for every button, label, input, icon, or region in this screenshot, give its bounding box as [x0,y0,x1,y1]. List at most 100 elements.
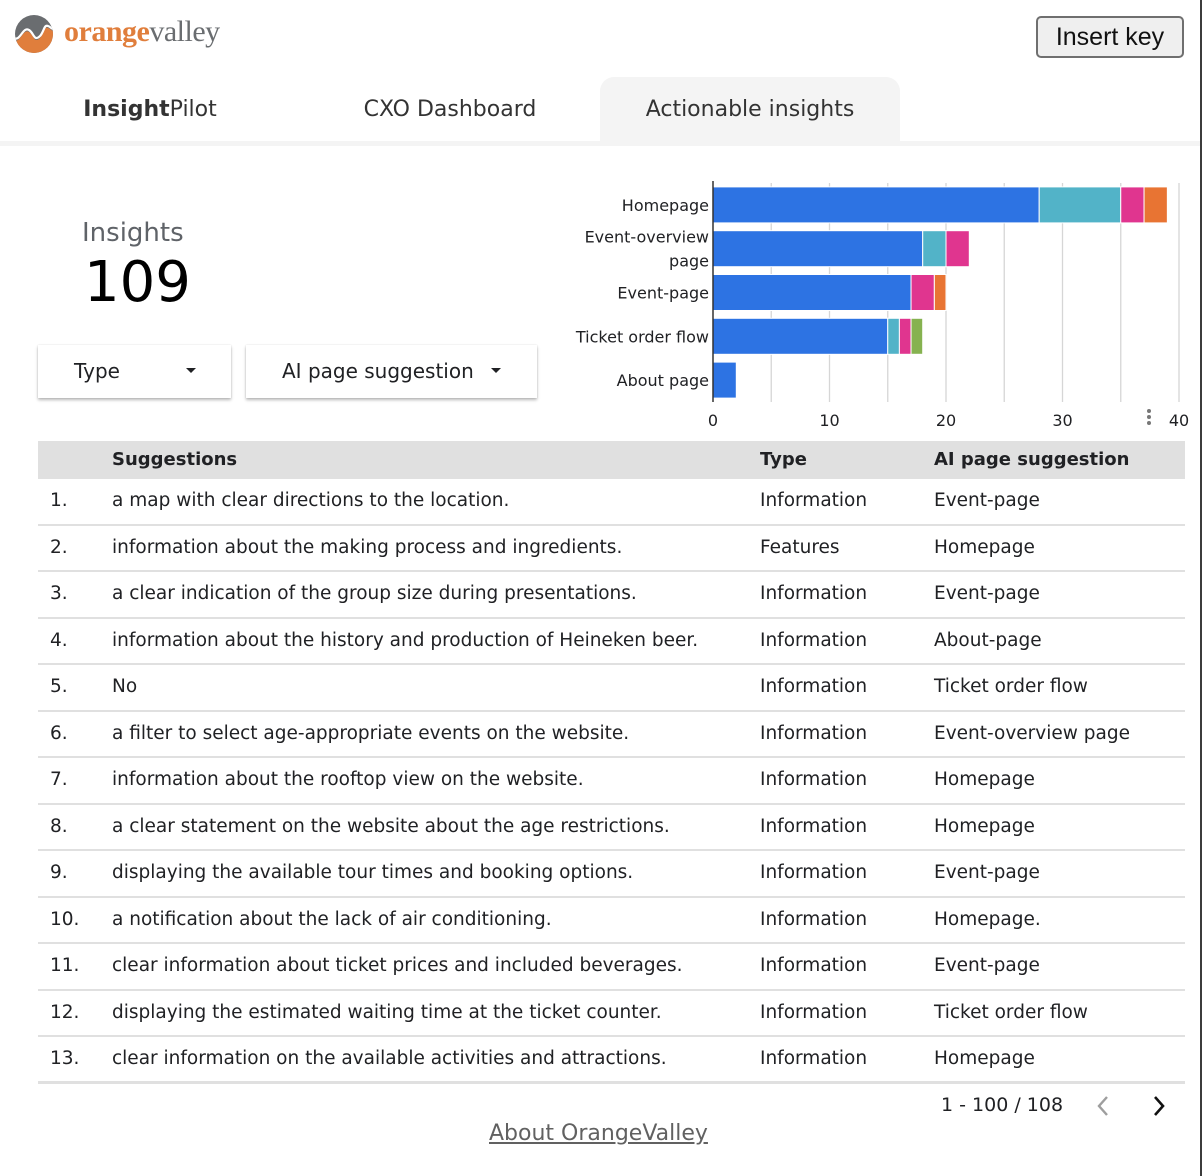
row-index: 2. [50,536,68,558]
pagination-range: 1 - 100 / 108 [941,1094,1064,1116]
row-type: Information [760,815,868,837]
row-type: Information [760,862,868,883]
chart-bar-series-4[interactable] [933,274,947,311]
logo-wordmark-grey: valley [149,15,220,48]
tab-cxo-dashboard[interactable]: CXO Dashboard [330,77,570,141]
about-orangevalley-link[interactable]: About OrangeValley [489,1121,708,1146]
row-type: Information [760,583,868,604]
table-row[interactable]: 6. a filter to select age-appropriate eve… [38,712,1185,758]
next-page-button[interactable] [1148,1093,1170,1119]
row-type: Information [760,908,868,930]
chart-canvas: Homepage Event-overview page Event-page Tick… [575,181,1189,430]
row-suggestion: a clear indication of the group size dur… [112,583,637,604]
table-row[interactable]: 13. clear information on the available ac… [38,1037,1185,1084]
orangevalley-logo: orangevalley [14,14,220,54]
table-row[interactable]: 5. No Information Ticket order flow [38,665,1185,712]
column-header-ai-page-suggestion[interactable]: AI page suggestion [934,449,1129,470]
row-ai-page-suggestion: Ticket order flow [934,676,1088,697]
chart-bar-series-3[interactable] [1120,186,1145,224]
chart-bar-series-5[interactable] [910,317,924,355]
caret-down-icon [186,368,196,373]
table-row[interactable]: 11. clear information about ticket prices… [38,944,1185,991]
table-row[interactable]: 8. a clear statement on the website about… [38,805,1185,851]
chevron-left-icon [1097,1096,1108,1116]
ai-page-suggestion-filter-label: AI page suggestion [282,359,474,383]
chart-bar-series-1[interactable] [712,317,889,355]
row-ai-page-suggestion: Event-page [934,490,1040,511]
chart-category-label: Event-overview [585,228,709,247]
row-suggestion: a clear statement on the website about t… [112,815,670,837]
table-row[interactable]: 12. displaying the estimated waiting time… [38,991,1185,1037]
row-ai-page-suggestion: Homepage [934,536,1035,558]
chart-more-options-icon[interactable] [1144,408,1154,428]
row-ai-page-suggestion: Homepage [934,1048,1035,1069]
chart-bar-series-3[interactable] [898,317,912,355]
row-suggestion: information about the rooftop view on th… [112,769,584,790]
chart-bar-series-3[interactable] [910,274,935,311]
chart-bar-series-1[interactable] [712,361,737,399]
row-index: 6. [50,722,68,744]
row-index: 8. [50,815,68,837]
row-type: Information [760,955,868,976]
chart-x-tick-label: 10 [819,411,839,430]
chart-x-tick-label: 30 [1052,411,1072,430]
type-filter-dropdown[interactable]: Type [38,345,231,398]
page-suggestion-bar-chart: Homepage Event-overview page Event-page Tick… [560,170,1200,440]
table-header: Suggestions Type AI page suggestion [38,441,1185,479]
type-filter-label: Type [74,359,120,383]
insights-count: 109 [84,250,191,315]
chart-bar-series-1[interactable] [712,274,912,311]
insights-label: Insights [82,218,184,248]
chart-bar-series-1[interactable] [712,230,924,268]
previous-page-button[interactable] [1092,1093,1114,1119]
chart-bar-series-4[interactable] [1143,186,1168,224]
row-suggestion: information about the making process and… [112,536,623,558]
row-suggestion: clear information on the available activ… [112,1048,667,1069]
table-row[interactable]: 10. a notification about the lack of air … [38,898,1185,944]
row-ai-page-suggestion: Event-page [934,955,1040,976]
caret-down-icon [491,368,501,373]
row-index: 10. [50,908,80,930]
table-row[interactable]: 1. a map with clear directions to the loc… [38,479,1185,526]
suggestions-table: Suggestions Type AI page suggestion 1. a … [38,441,1185,1084]
table-row[interactable]: 3. a clear indication of the group size d… [38,572,1185,619]
chart-bar-series-1[interactable] [712,186,1040,224]
row-suggestion: a filter to select age-appropriate event… [112,722,630,744]
table-body: 1. a map with clear directions to the loc… [38,479,1185,1084]
chart-category-label: Ticket order flow [575,327,709,346]
row-ai-page-suggestion: Event-page [934,583,1040,604]
table-row[interactable]: 4. information about the history and prod… [38,619,1185,665]
row-ai-page-suggestion: Event-page [934,862,1040,883]
row-index: 12. [50,1001,80,1023]
tab-insightpilot[interactable]: Insight Pilot [40,77,260,141]
tabbar-divider [0,141,1200,146]
chart-bar-series-2[interactable] [887,317,900,355]
table-row[interactable]: 7. information about the rooftop view on … [38,758,1185,805]
tab-actionable-insights[interactable]: Actionable insights [600,77,900,141]
chart-bar-series-2[interactable] [1038,186,1122,224]
row-ai-page-suggestion: Homepage. [934,908,1041,930]
row-index: 9. [50,862,68,883]
row-suggestion: No [112,676,138,697]
row-suggestion: displaying the available tour times and … [112,862,634,883]
ai-page-suggestion-filter-dropdown[interactable]: AI page suggestion [246,345,537,398]
table-row[interactable]: 9. displaying the available tour times an… [38,851,1185,898]
table-bottom-divider [38,1081,1185,1083]
tab-insightpilot-rest: Pilot [169,96,217,122]
row-type: Information [760,676,868,697]
column-header-type[interactable]: Type [760,449,807,470]
chart-bar-series-2[interactable] [922,230,947,268]
row-type: Information [760,769,868,790]
chart-bar-series-3[interactable] [945,230,970,268]
row-ai-page-suggestion: Event-overview page [934,722,1130,744]
table-row[interactable]: 2. information about the making process a… [38,526,1185,572]
tab-insightpilot-bold: Insight [83,96,170,122]
column-header-suggestions[interactable]: Suggestions [112,449,237,470]
row-type: Information [760,490,868,511]
row-index: 11. [50,955,80,976]
row-type: Information [760,1001,868,1023]
chevron-right-icon [1154,1096,1165,1116]
insert-key-button[interactable]: Insert key [1036,16,1184,58]
row-suggestion: displaying the estimated waiting time at… [112,1001,662,1023]
row-index: 3. [50,583,68,604]
